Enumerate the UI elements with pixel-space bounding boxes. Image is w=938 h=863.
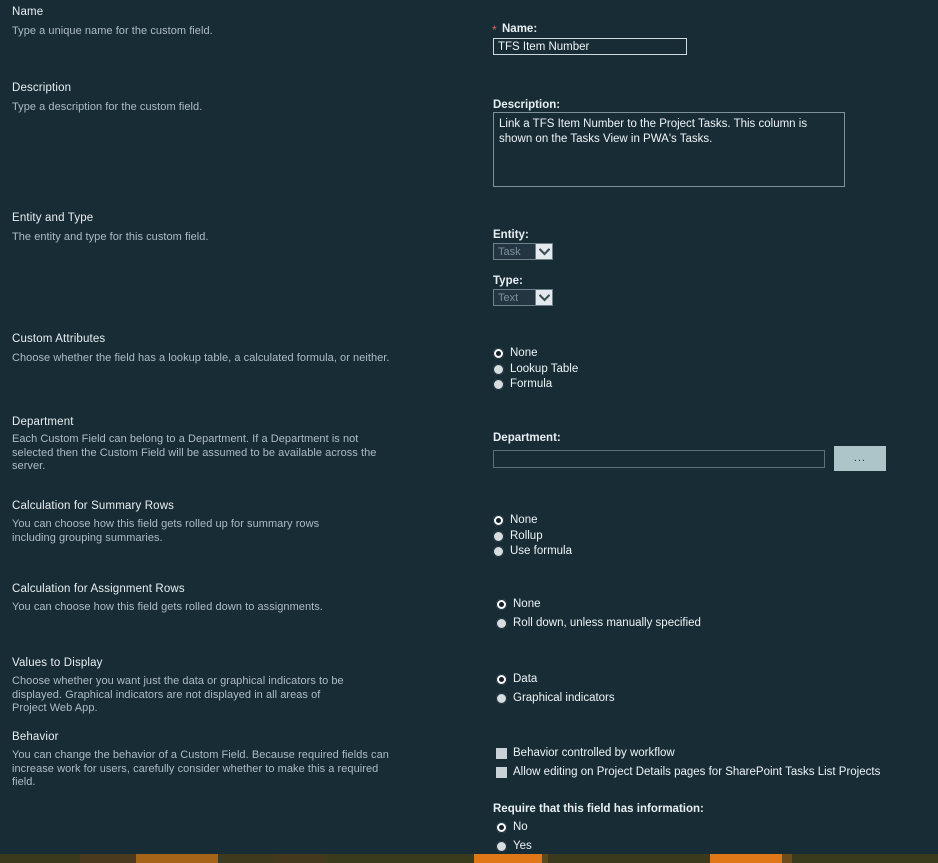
require-information-option-yes[interactable]: Yes xyxy=(496,840,532,852)
section-title-calculation-assignment-rows: Calculation for Assignment Rows xyxy=(12,583,185,595)
values-to-display-option-graphical-indicators[interactable]: Graphical indicators xyxy=(496,692,615,704)
strip-segment-accent xyxy=(710,854,782,863)
radio-icon xyxy=(496,692,507,704)
strip-segment xyxy=(548,854,710,863)
radio-icon xyxy=(493,378,504,390)
radio-icon xyxy=(493,363,504,375)
entity-dropdown[interactable]: Task xyxy=(493,243,553,260)
require-information-option-label: No xyxy=(513,821,528,833)
section-title-entity-and-type: Entity and Type xyxy=(12,212,94,224)
name-input[interactable] xyxy=(493,38,687,55)
strip-segment-accent xyxy=(474,854,542,863)
section-description-behavior: You can change the behavior of a Custom … xyxy=(12,749,389,788)
radio-icon xyxy=(496,617,507,629)
bottom-toolbar-strip xyxy=(0,854,938,863)
department-browse-button[interactable]: ... xyxy=(834,446,886,471)
section-title-department: Department xyxy=(12,416,74,428)
strip-segment xyxy=(80,854,136,863)
custom-field-edit-page: Name Type a unique name for the custom f… xyxy=(0,0,938,863)
section-description-department: Each Custom Field can belong to a Depart… xyxy=(12,433,377,472)
custom-attributes-option-label: Lookup Table xyxy=(510,363,579,375)
strip-segment xyxy=(326,854,474,863)
section-title-behavior: Behavior xyxy=(12,731,59,743)
radio-icon-selected xyxy=(493,514,504,526)
type-dropdown-value: Text xyxy=(494,290,535,305)
summary-rows-option-rollup[interactable]: Rollup xyxy=(493,530,543,542)
summary-rows-option-label: Use formula xyxy=(510,545,572,557)
radio-icon-selected xyxy=(493,347,504,359)
section-title-custom-attributes: Custom Attributes xyxy=(12,333,106,345)
values-to-display-option-data[interactable]: Data xyxy=(496,673,537,685)
name-required-asterisk: * xyxy=(492,23,497,37)
radio-icon xyxy=(496,840,507,852)
require-information-label: Require that this field has information: xyxy=(493,803,704,815)
custom-attributes-option-none[interactable]: None xyxy=(493,347,538,359)
strip-segment xyxy=(218,854,274,863)
name-field-label: Name: xyxy=(502,23,538,35)
strip-segment xyxy=(0,854,80,863)
behavior-checkbox-allow-editing[interactable]: Allow editing on Project Details pages f… xyxy=(496,766,880,778)
section-description-description: Type a description for the custom field. xyxy=(12,101,203,113)
assignment-rows-option-label: Roll down, unless manually specified xyxy=(513,617,701,629)
strip-segment xyxy=(274,854,326,863)
radio-icon-selected xyxy=(496,673,507,685)
behavior-checkbox-workflow[interactable]: Behavior controlled by workflow xyxy=(496,747,675,759)
behavior-checkbox-label: Allow editing on Project Details pages f… xyxy=(513,766,881,778)
assignment-rows-option-label: None xyxy=(513,598,541,610)
summary-rows-option-label: None xyxy=(510,514,538,526)
assignment-rows-option-none[interactable]: None xyxy=(496,598,541,610)
values-to-display-option-label: Graphical indicators xyxy=(513,692,615,704)
chevron-down-icon xyxy=(535,290,552,305)
chevron-down-icon xyxy=(535,244,552,259)
summary-rows-option-none[interactable]: None xyxy=(493,514,538,526)
assignment-rows-option-roll-down[interactable]: Roll down, unless manually specified xyxy=(496,617,701,629)
section-description-custom-attributes: Choose whether the field has a lookup ta… xyxy=(12,352,390,364)
department-field-label: Department: xyxy=(493,432,561,444)
section-description-values-to-display: Choose whether you want just the data or… xyxy=(12,675,344,714)
strip-segment xyxy=(782,854,792,863)
type-dropdown[interactable]: Text xyxy=(493,289,553,306)
custom-attributes-option-lookup-table[interactable]: Lookup Table xyxy=(493,363,578,375)
section-title-values-to-display: Values to Display xyxy=(12,657,103,669)
custom-attributes-option-formula[interactable]: Formula xyxy=(493,378,552,390)
section-title-calculation-summary-rows: Calculation for Summary Rows xyxy=(12,500,175,512)
department-input[interactable] xyxy=(493,450,825,468)
radio-icon-selected xyxy=(496,821,507,833)
checkbox-icon xyxy=(496,747,507,759)
summary-rows-option-use-formula[interactable]: Use formula xyxy=(493,545,572,557)
section-description-calculation-summary-rows: You can choose how this field gets rolle… xyxy=(12,518,320,544)
custom-attributes-option-label: None xyxy=(510,347,538,359)
strip-segment xyxy=(792,854,938,863)
section-description-entity-and-type: The entity and type for this custom fiel… xyxy=(12,231,209,243)
type-field-label: Type: xyxy=(493,275,523,287)
checkbox-icon xyxy=(496,766,507,778)
description-field-label: Description: xyxy=(493,99,561,111)
require-information-option-label: Yes xyxy=(513,840,532,852)
radio-icon xyxy=(493,545,504,557)
section-title-name: Name xyxy=(12,6,44,18)
behavior-checkbox-label: Behavior controlled by workflow xyxy=(513,747,675,759)
summary-rows-option-label: Rollup xyxy=(510,530,543,542)
section-title-description: Description xyxy=(12,82,72,94)
require-information-option-no[interactable]: No xyxy=(496,821,528,833)
strip-segment-highlight xyxy=(136,854,218,863)
radio-icon-selected xyxy=(496,598,507,610)
entity-dropdown-value: Task xyxy=(494,244,535,259)
values-to-display-option-label: Data xyxy=(513,673,538,685)
section-description-name: Type a unique name for the custom field. xyxy=(12,25,213,37)
radio-icon xyxy=(493,530,504,542)
description-textarea[interactable] xyxy=(493,112,845,187)
section-description-calculation-assignment-rows: You can choose how this field gets rolle… xyxy=(12,601,323,613)
custom-attributes-option-label: Formula xyxy=(510,378,553,390)
entity-field-label: Entity: xyxy=(493,229,529,241)
